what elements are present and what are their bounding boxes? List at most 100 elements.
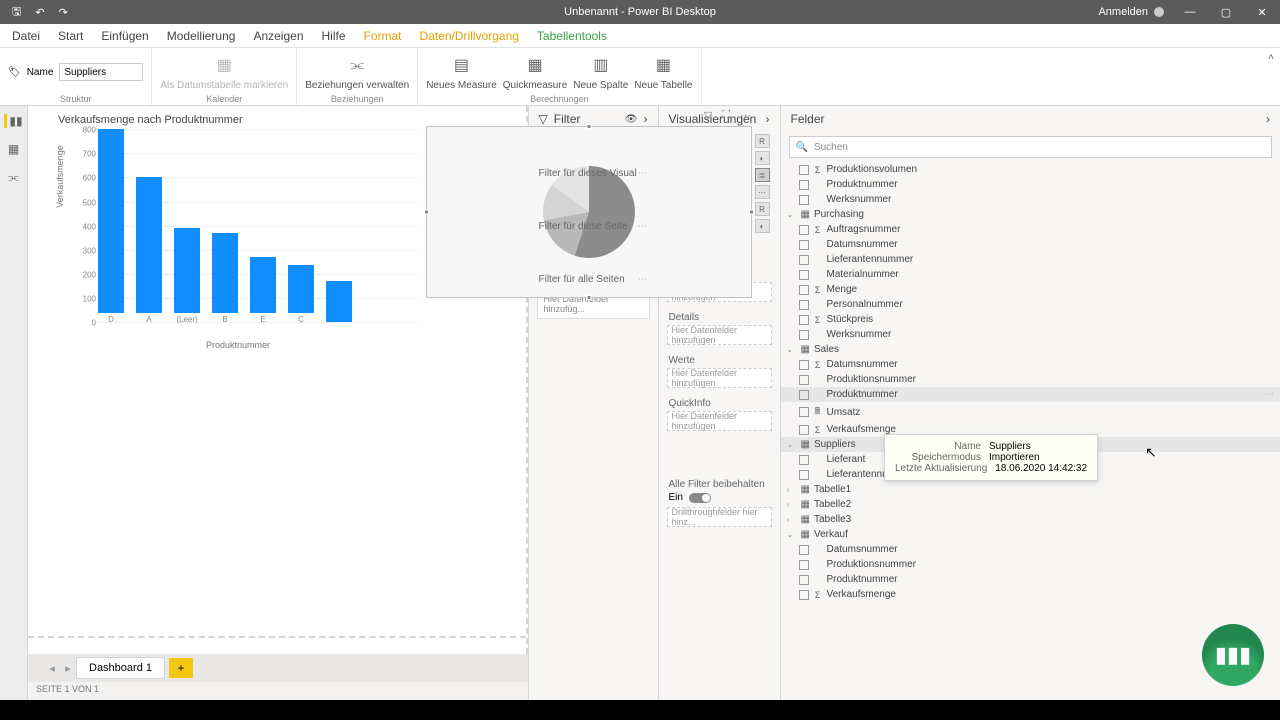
manage-relationships-button[interactable]: ⫘ Beziehungen verwalten <box>305 54 409 91</box>
tab-modeling[interactable]: Modellierung <box>167 29 236 43</box>
viz-type-icon[interactable]: R <box>755 202 770 216</box>
focus-icon[interactable]: ⛶ <box>722 109 730 122</box>
field-row[interactable]: 🖩Umsatz <box>781 402 1280 422</box>
tab-insert[interactable]: Einfügen <box>101 29 148 43</box>
user-icon <box>1154 7 1164 17</box>
collapse-icon[interactable]: › <box>766 112 770 126</box>
field-row[interactable]: Lieferantennummer <box>781 252 1280 267</box>
field-row[interactable]: Materialnummer <box>781 267 1280 282</box>
table-row[interactable]: ›▦Tabelle3 <box>781 512 1280 527</box>
bar[interactable] <box>212 233 238 313</box>
report-view-icon[interactable]: ▮▮ <box>4 114 22 128</box>
bar[interactable] <box>98 129 124 313</box>
show-icon[interactable]: 👁 <box>625 114 638 125</box>
add-page-button[interactable]: + <box>169 658 193 678</box>
field-row[interactable]: ΣDatumsnummer <box>781 357 1280 372</box>
collapse-icon[interactable]: › <box>644 112 648 126</box>
viz-type-icon[interactable]: ◐ <box>755 151 770 165</box>
table-icon: ▦ <box>801 344 810 355</box>
table-row[interactable]: ›▦Tabelle1 <box>781 482 1280 497</box>
sign-in-button[interactable]: Anmelden <box>1090 6 1172 18</box>
page-next-icon[interactable]: ▸ <box>60 662 76 675</box>
undo-icon[interactable]: ↶ <box>35 6 44 19</box>
keep-filters-toggle[interactable] <box>689 493 711 503</box>
table-row[interactable]: ⌄▦Purchasing <box>781 207 1280 222</box>
collapse-icon[interactable]: › <box>1266 112 1270 126</box>
field-row[interactable]: Produktionsnummer <box>781 557 1280 572</box>
field-checkbox <box>799 240 809 250</box>
quick-measure-button[interactable]: ▦Quickmeasure <box>503 54 567 91</box>
bar-chart-visual[interactable]: Verkaufsmenge nach Produktnummer Verkauf… <box>58 114 418 354</box>
field-row[interactable]: Produktionsnummer <box>781 372 1280 387</box>
field-row[interactable]: ΣVerkaufsmenge <box>781 587 1280 602</box>
bar[interactable] <box>288 265 314 314</box>
minimize-button[interactable]: — <box>1172 0 1208 24</box>
tab-home[interactable]: Start <box>58 29 83 43</box>
field-checkbox <box>799 315 809 325</box>
field-checkbox <box>799 270 809 280</box>
field-row[interactable]: ΣAuftragsnummer <box>781 222 1280 237</box>
new-column-button[interactable]: ▥Neue Spalte <box>573 54 628 91</box>
filter-icon[interactable]: ▽ <box>704 109 712 122</box>
field-row[interactable]: Produktnummer <box>781 177 1280 192</box>
more-icon[interactable]: ⋯ <box>740 109 751 122</box>
bar[interactable] <box>250 257 276 313</box>
page-prev-icon[interactable]: ◂ <box>44 662 60 675</box>
report-canvas[interactable]: Verkaufsmenge nach Produktnummer Verkauf… <box>28 106 528 654</box>
maximize-button[interactable]: ▢ <box>1208 0 1244 24</box>
tab-file[interactable]: Datei <box>12 29 40 43</box>
resize-handle[interactable] <box>424 210 429 215</box>
table-row[interactable]: ⌄▦Sales <box>781 342 1280 357</box>
tab-table-tools[interactable]: Tabellentools <box>537 29 607 43</box>
fields-search-input[interactable]: 🔍Suchen <box>789 136 1273 158</box>
field-row[interactable]: ΣMenge <box>781 282 1280 297</box>
field-row[interactable]: Produktnummer <box>781 572 1280 587</box>
save-icon[interactable]: 🖫 <box>12 3 21 22</box>
field-row[interactable]: Datumsnummer <box>781 542 1280 557</box>
resize-handle[interactable] <box>749 210 754 215</box>
table-tooltip: NameSuppliers SpeichermodusImportieren L… <box>884 434 1098 481</box>
field-checkbox <box>799 545 809 555</box>
field-row[interactable]: ΣStückpreis <box>781 312 1280 327</box>
tab-format[interactable]: Format <box>364 29 402 43</box>
table-row[interactable]: ›▦Tabelle2 <box>781 497 1280 512</box>
field-row[interactable]: Produktnummer⋯ <box>781 387 1280 402</box>
field-row[interactable]: Personalnummer <box>781 297 1280 312</box>
table-row[interactable]: ⌄▦Verkauf <box>781 527 1280 542</box>
field-row[interactable]: ΣProduktionsvolumen <box>781 162 1280 177</box>
field-row[interactable]: Werksnummer <box>781 192 1280 207</box>
resize-handle[interactable] <box>587 295 592 300</box>
field-row[interactable]: Datumsnummer <box>781 237 1280 252</box>
drillthrough-well[interactable]: Drillthroughfelder hier hinz... <box>667 507 772 527</box>
values-well[interactable]: Hier Datenfelder hinzufügen <box>667 368 772 388</box>
new-measure-button[interactable]: ▤Neues Measure <box>426 54 497 91</box>
table-icon: ▦ <box>801 484 810 495</box>
resize-handle[interactable] <box>587 124 592 129</box>
bar[interactable] <box>326 281 352 322</box>
bar[interactable] <box>174 228 200 313</box>
close-button[interactable]: ✕ <box>1244 0 1280 24</box>
tooltip-well[interactable]: Hier Datenfelder hinzufügen <box>667 411 772 431</box>
details-well[interactable]: Hier Datenfelder hinzufügen <box>667 325 772 345</box>
new-table-button[interactable]: ▦Neue Tabelle <box>634 54 692 91</box>
collapse-ribbon-icon[interactable]: ˄ <box>1268 52 1274 63</box>
table-name-input[interactable] <box>59 63 143 81</box>
viz-type-icon[interactable]: ≣ <box>755 168 770 182</box>
page-tab[interactable]: Dashboard 1 <box>76 657 165 679</box>
tab-help[interactable]: Hilfe <box>322 29 346 43</box>
tab-view[interactable]: Anzeigen <box>253 29 303 43</box>
model-view-icon[interactable]: ⫘ <box>8 170 19 185</box>
viz-type-icon[interactable]: ◐ <box>755 219 770 233</box>
field-checkbox <box>799 225 809 235</box>
ribbon-tabs: Datei Start Einfügen Modellierung Anzeig… <box>0 24 1280 48</box>
tab-drill[interactable]: Daten/Drillvorgang <box>420 29 519 43</box>
bar[interactable] <box>136 177 162 313</box>
viz-type-icon[interactable]: ⋯ <box>755 185 770 199</box>
field-row[interactable]: Werksnummer <box>781 327 1280 342</box>
redo-icon[interactable]: ↷ <box>59 6 68 19</box>
field-checkbox <box>799 390 809 400</box>
viz-type-icon[interactable]: R <box>755 134 770 148</box>
watermark-icon: ▮▮▮ <box>1202 624 1264 686</box>
quick-measure-icon: ▦ <box>523 54 547 78</box>
data-view-icon[interactable]: ▦ <box>8 142 19 156</box>
